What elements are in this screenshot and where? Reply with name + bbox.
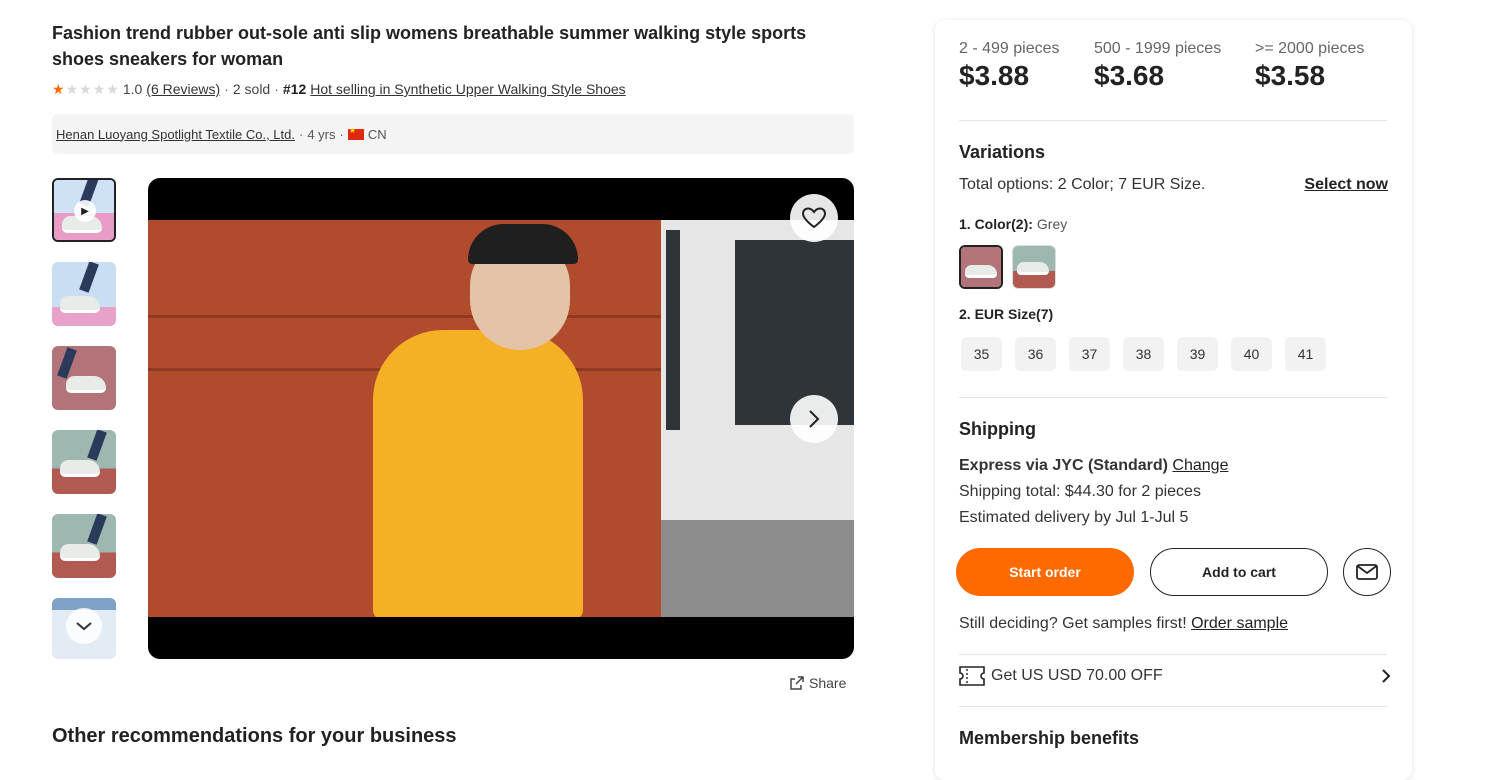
coupon-row[interactable]: Get US USD 70.00 OFF — [959, 666, 1391, 686]
share-icon — [790, 676, 804, 690]
color-swatch[interactable] — [1012, 245, 1056, 289]
tier-quantity: >= 2000 pieces — [1255, 40, 1365, 57]
samples-text: Still deciding? Get samples first! — [959, 615, 1187, 632]
size-option[interactable]: 41 — [1285, 337, 1326, 371]
share-label: Share — [809, 675, 847, 691]
chevron-down-icon[interactable] — [66, 608, 102, 644]
person-shirt — [373, 330, 583, 617]
supplier-link[interactable]: Henan Luoyang Spotlight Textile Co., Ltd… — [56, 127, 295, 142]
play-icon: ▶ — [74, 200, 96, 222]
coupon-icon — [959, 666, 985, 686]
reviews-link[interactable]: (6 Reviews) — [146, 81, 220, 97]
change-shipping-link[interactable]: Change — [1172, 457, 1228, 474]
person-cap — [468, 224, 578, 264]
star-icon: ★ — [92, 81, 106, 97]
size-option[interactable]: 37 — [1069, 337, 1110, 371]
sold-count: 2 sold — [232, 81, 271, 97]
total-label: Total options: — [959, 176, 1054, 193]
thumbnail-image[interactable] — [52, 514, 116, 578]
rating-value: 1.0 — [122, 81, 143, 97]
price-tier: 2 - 499 pieces $3.88 — [959, 40, 1060, 92]
purchase-panel: 2 - 499 pieces $3.88 500 - 1999 pieces $… — [935, 20, 1412, 780]
rating-stars: ★ ★ ★ ★ ★ — [52, 82, 119, 96]
china-flag-icon — [347, 126, 364, 140]
size-option[interactable]: 35 — [961, 337, 1002, 371]
product-title: Fashion trend rubber out-sole anti slip … — [52, 23, 807, 69]
variations-title: Variations — [959, 142, 1046, 162]
video-frame — [148, 220, 854, 617]
divider — [959, 120, 1387, 121]
tier-price: $3.58 — [1255, 60, 1326, 91]
star-icon: ★ — [52, 81, 65, 97]
separator: · — [298, 126, 304, 142]
rating-row: ★ ★ ★ ★ ★ 1.0 (6 Reviews) · 2 sold · #12… — [52, 79, 626, 99]
tier-quantity: 2 - 499 pieces — [959, 40, 1060, 57]
add-to-cart-button[interactable]: Add to cart — [1150, 548, 1328, 596]
product-video[interactable] — [148, 178, 854, 659]
shipping-title: Shipping — [959, 419, 1036, 439]
size-option[interactable]: 36 — [1015, 337, 1056, 371]
color-selected: Grey — [1036, 216, 1068, 232]
coupon-text: Get US USD 70.00 OFF — [991, 667, 1163, 684]
order-sample-link[interactable]: Order sample — [1191, 615, 1288, 632]
supplier-years: 4 yrs — [307, 126, 336, 142]
separator: · — [224, 81, 229, 97]
size-option[interactable]: 38 — [1123, 337, 1164, 371]
shoe-image — [66, 376, 106, 393]
heart-icon[interactable] — [790, 194, 838, 242]
rank-number: #12 — [282, 81, 307, 97]
shoe-image — [60, 544, 100, 561]
supplier-country: CN — [367, 126, 387, 142]
separator: · — [274, 81, 279, 97]
variations-total: Total options: 2 Color; 7 EUR Size. — [959, 176, 1205, 194]
mail-icon — [1356, 564, 1378, 580]
shoe-image — [965, 265, 997, 278]
shipping-total: Shipping total: $44.30 for 2 pieces — [959, 483, 1201, 500]
shipping-method: Express via JYC (Standard) — [959, 457, 1168, 474]
start-order-button[interactable]: Start order — [956, 548, 1134, 596]
samples-row: Still deciding? Get samples first! Order… — [959, 615, 1288, 633]
thumbnail-image[interactable] — [52, 430, 116, 494]
supplier-bar: Henan Luoyang Spotlight Textile Co., Ltd… — [52, 114, 854, 154]
thumbnail-image[interactable] — [52, 598, 116, 659]
chevron-right-icon — [1382, 669, 1391, 683]
total-value: 2 Color; 7 EUR Size. — [1057, 176, 1206, 193]
price-tier: 500 - 1999 pieces $3.68 — [1094, 40, 1221, 92]
thumbnail-image[interactable] — [52, 346, 116, 410]
chevron-right-icon[interactable] — [790, 395, 838, 443]
rank-link[interactable]: Hot selling in Synthetic Upper Walking S… — [310, 81, 625, 97]
tier-quantity: 500 - 1999 pieces — [1094, 40, 1222, 57]
star-icon: ★ — [65, 81, 79, 97]
thumbnail-video[interactable]: ▶ — [52, 178, 116, 242]
divider — [959, 706, 1387, 707]
message-button[interactable] — [1343, 548, 1391, 596]
recommendations-title: Other recommendations for your business — [52, 725, 457, 747]
shoe-image — [60, 460, 100, 477]
divider — [959, 654, 1387, 655]
thumbnail-image[interactable] — [52, 262, 116, 326]
shipping-method-row: Express via JYC (Standard) Change — [959, 457, 1228, 475]
share-button[interactable]: Share — [789, 675, 846, 691]
tier-price: $3.68 — [1094, 60, 1165, 91]
price-tier: >= 2000 pieces $3.58 — [1255, 40, 1364, 92]
separator: · — [339, 126, 344, 142]
shoe-image — [1017, 262, 1049, 275]
size-options: 35 36 37 38 39 40 41 — [961, 337, 1326, 371]
membership-title: Membership benefits — [959, 728, 1140, 748]
size-label: 2. EUR Size(7) — [959, 306, 1054, 322]
color-swatch-grey[interactable] — [959, 245, 1003, 289]
star-icon: ★ — [79, 81, 92, 97]
color-label: 1. Color(2): Grey — [959, 216, 1068, 232]
delivery-estimate: Estimated delivery by Jul 1-Jul 5 — [959, 509, 1189, 526]
size-option[interactable]: 39 — [1177, 337, 1218, 371]
select-now-link[interactable]: Select now — [1304, 176, 1388, 194]
shoe-image — [60, 296, 100, 313]
tier-price: $3.88 — [959, 60, 1030, 91]
divider — [959, 397, 1387, 398]
star-icon: ★ — [106, 81, 119, 97]
size-option[interactable]: 40 — [1231, 337, 1272, 371]
